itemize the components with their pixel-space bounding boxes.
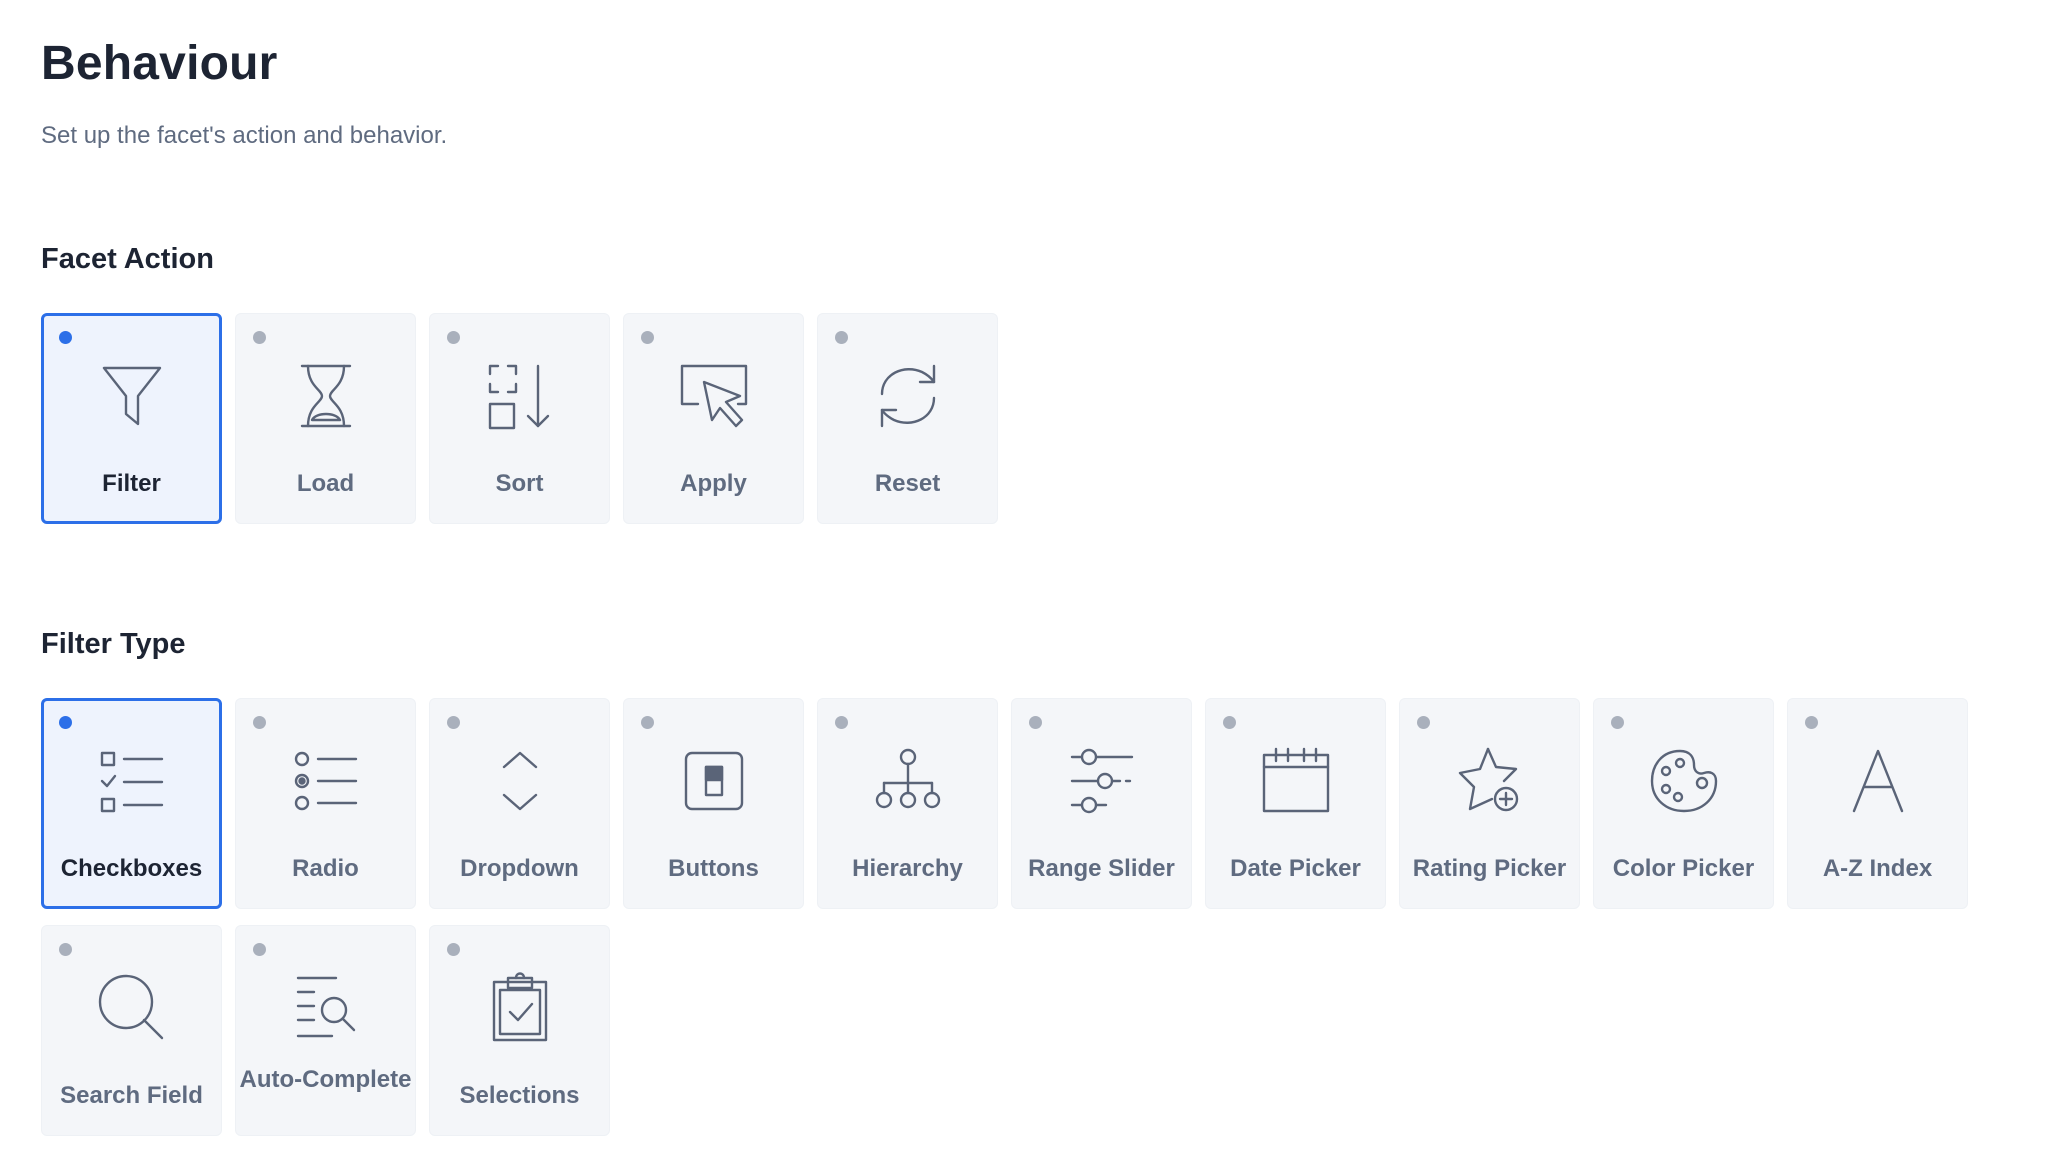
unselected-indicator-dot [59,943,72,956]
option-label: Buttons [668,855,759,882]
filter-type-option-date-picker[interactable]: Date Picker [1205,698,1386,909]
option-label: Filter [102,470,161,497]
unselected-indicator-dot [1223,716,1236,729]
unselected-indicator-dot [1417,716,1430,729]
button-icon [676,743,752,819]
page-title: Behaviour [41,37,278,90]
filter-type-option-search-field[interactable]: Search Field [41,925,222,1136]
chevron-up-down-icon [482,743,558,819]
filter-type-option-color-picker[interactable]: Color Picker [1593,698,1774,909]
unselected-indicator-dot [253,716,266,729]
filter-type-option-dropdown[interactable]: Dropdown [429,698,610,909]
option-label: Apply [680,470,747,497]
selected-indicator-dot [59,716,72,729]
option-label: Dropdown [460,855,579,882]
filter-type-option-rating-picker[interactable]: Rating Picker [1399,698,1580,909]
filter-type-options: Checkboxes Radio Dropdown Buttons Hierar… [41,698,1968,1136]
unselected-indicator-dot [1029,716,1042,729]
option-label: Date Picker [1230,855,1361,882]
facet-action-option-sort[interactable]: Sort [429,313,610,524]
cursor-click-icon [676,358,752,434]
hierarchy-icon [870,743,946,819]
filter-icon [94,358,170,434]
facet-action-option-load[interactable]: Load [235,313,416,524]
unselected-indicator-dot [1805,716,1818,729]
unselected-indicator-dot [447,331,460,344]
facet-action-option-apply[interactable]: Apply [623,313,804,524]
facet-action-option-filter[interactable]: Filter [41,313,222,524]
option-label: Search Field [60,1082,203,1109]
option-label: A-Z Index [1822,855,1933,882]
option-label: Radio [292,855,359,882]
option-label: Hierarchy [852,855,963,882]
unselected-indicator-dot [253,331,266,344]
option-label: Color Picker [1612,855,1755,882]
filter-type-option-auto-complete[interactable]: Auto-Complete [235,925,416,1136]
unselected-indicator-dot [835,716,848,729]
palette-icon [1646,743,1722,819]
option-label: Checkboxes [60,855,203,882]
unselected-indicator-dot [641,716,654,729]
filter-type-option-range-slider[interactable]: Range Slider [1011,698,1192,909]
filter-type-option-radio[interactable]: Radio [235,698,416,909]
unselected-indicator-dot [447,716,460,729]
selected-indicator-dot [59,331,72,344]
facet-action-options: Filter Load Sort Apply Reset [41,313,1968,524]
list-search-icon [288,970,364,1046]
option-label: Rating Picker [1412,855,1567,882]
hourglass-icon [288,358,364,434]
calendar-icon [1258,743,1334,819]
sliders-icon [1064,743,1140,819]
radio-list-icon [288,743,364,819]
star-plus-icon [1452,743,1528,819]
option-label: Reset [874,470,941,497]
unselected-indicator-dot [253,943,266,956]
option-label: Selections [459,1082,580,1109]
refresh-icon [870,358,946,434]
filter-type-heading: Filter Type [41,628,186,660]
option-label: Sort [495,470,544,497]
facet-action-option-reset[interactable]: Reset [817,313,998,524]
option-label: Load [296,470,355,497]
checklist-icon [94,743,170,819]
filter-type-option-buttons[interactable]: Buttons [623,698,804,909]
unselected-indicator-dot [641,331,654,344]
clipboard-check-icon [482,970,558,1046]
filter-type-option-a-z-index[interactable]: A-Z Index [1787,698,1968,909]
option-label: Range Slider [1028,855,1175,882]
facet-action-heading: Facet Action [41,243,214,275]
unselected-indicator-dot [447,943,460,956]
letter-a-icon [1840,743,1916,819]
page-subtitle: Set up the facet's action and behavior. [41,122,448,149]
option-label: Auto-Complete [239,1066,412,1093]
filter-type-option-selections[interactable]: Selections [429,925,610,1136]
sort-icon [482,358,558,434]
unselected-indicator-dot [1611,716,1624,729]
filter-type-option-hierarchy[interactable]: Hierarchy [817,698,998,909]
unselected-indicator-dot [835,331,848,344]
search-icon [94,970,170,1046]
filter-type-option-checkboxes[interactable]: Checkboxes [41,698,222,909]
